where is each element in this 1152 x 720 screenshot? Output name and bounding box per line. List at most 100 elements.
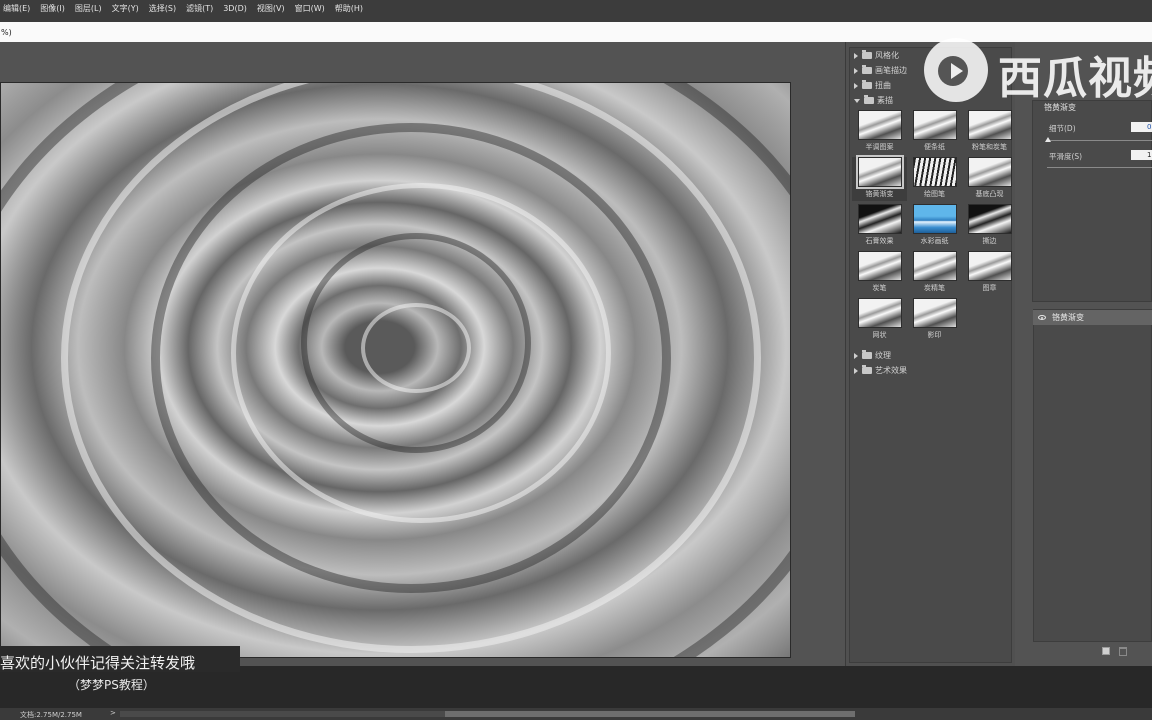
smoothness-input[interactable]: 10: [1131, 150, 1152, 160]
preview-area: [0, 42, 845, 670]
filter-thumbnail-image[interactable]: [967, 251, 1012, 281]
filter-thumbnail[interactable]: 绘图笔: [907, 157, 962, 201]
filter-thumbnail-label: 便条纸: [924, 143, 945, 151]
filter-category-label: 扭曲: [875, 81, 891, 90]
menu-help[interactable]: 帮助(H): [335, 3, 363, 14]
filter-thumbnail-label: 粉笔和炭笔: [972, 143, 1007, 151]
filter-thumbnail-label: 基底凸现: [975, 190, 1004, 198]
filter-thumbnail-image[interactable]: [857, 298, 902, 328]
chevron-right-icon[interactable]: [854, 352, 858, 359]
filter-thumbnail-label: 撕边: [982, 237, 997, 245]
filter-thumbnail-label: 炭笔: [872, 284, 887, 292]
filter-thumbnail-label: 水彩画纸: [920, 237, 949, 245]
filter-thumbnail-label: 石膏效果: [865, 237, 894, 245]
menu-edit[interactable]: 编辑(E): [3, 3, 30, 14]
effect-layer-row[interactable]: 铬黄渐变: [1033, 310, 1152, 325]
filter-category[interactable]: 纹理: [850, 348, 1011, 363]
watermark-text: 西瓜视频: [998, 53, 1152, 104]
status-bar: 文档:2.75M/2.75M >: [0, 708, 1152, 720]
filter-thumbnail[interactable]: 粉笔和炭笔: [962, 110, 1017, 154]
effect-layers-list: [1033, 309, 1152, 642]
filter-thumbnail-image[interactable]: [857, 204, 902, 234]
chevron-right-icon[interactable]: [854, 52, 858, 59]
filter-thumbnail[interactable]: 影印: [907, 298, 962, 342]
folder-icon: [864, 95, 874, 104]
menu-view[interactable]: 视图(V): [257, 3, 285, 14]
menu-type[interactable]: 文字(Y): [112, 3, 139, 14]
filter-thumbnail-image[interactable]: [857, 251, 902, 281]
status-menu-arrow-icon[interactable]: >: [110, 709, 116, 717]
filter-category-label: 艺术效果: [875, 366, 907, 375]
document-size: 文档:2.75M/2.75M: [20, 711, 82, 719]
menu-select[interactable]: 选择(S): [149, 3, 176, 14]
filter-thumbnail-image[interactable]: [912, 298, 957, 328]
folder-icon: [862, 365, 872, 374]
filter-thumbnail-label: 炭精笔: [924, 284, 945, 292]
document-title-bar: %): [0, 22, 1152, 42]
horizontal-scrollbar[interactable]: [120, 711, 855, 717]
filter-category[interactable]: 素描: [850, 93, 1011, 108]
chevron-right-icon[interactable]: [854, 367, 858, 374]
filter-list: 风格化画笔描边扭曲素描半调图案 便条纸 粉笔和炭笔铬黄渐变 绘图笔 基底凸现石膏效果 水彩…: [849, 47, 1012, 663]
detail-label: 细节(D): [1049, 124, 1076, 133]
trash-icon[interactable]: [1119, 647, 1127, 656]
filter-thumbnail-image[interactable]: [967, 110, 1012, 140]
photoshop-filter-gallery: 编辑(E) 图像(I) 图层(L) 文字(Y) 选择(S) 滤镜(T) 3D(D…: [0, 0, 1152, 720]
folder-icon: [862, 50, 872, 59]
scrollbar-thumb[interactable]: [445, 711, 855, 717]
filter-thumbnail[interactable]: 基底凸现: [962, 157, 1017, 201]
smoothness-slider-track[interactable]: [1047, 167, 1152, 168]
filter-category-label: 画笔描边: [875, 66, 907, 75]
chevron-down-icon[interactable]: [854, 98, 860, 103]
filter-category[interactable]: 艺术效果: [850, 363, 1011, 378]
filter-category-label: 纹理: [875, 351, 891, 360]
filter-category-label: 素描: [877, 96, 893, 105]
filter-thumbnail[interactable]: 水彩画纸: [907, 204, 962, 248]
zoom-level: %): [1, 27, 12, 37]
filter-category-label: 风格化: [875, 51, 899, 60]
filter-thumbnail-image[interactable]: [912, 110, 957, 140]
menu-3d[interactable]: 3D(D): [223, 4, 247, 13]
filter-thumbnail-label: 绘图笔: [924, 190, 945, 198]
eye-icon[interactable]: [1038, 315, 1046, 320]
filter-thumbnail-image[interactable]: [912, 204, 957, 234]
filter-thumbnail-label: 半调图案: [865, 143, 894, 151]
filter-thumbnail[interactable]: 炭精笔: [907, 251, 962, 295]
folder-icon: [862, 350, 872, 359]
filter-thumbnail[interactable]: 半调图案: [852, 110, 907, 154]
filter-thumbnail[interactable]: 炭笔: [852, 251, 907, 295]
menu-window[interactable]: 窗口(W): [295, 3, 325, 14]
filter-thumbnail-image[interactable]: [857, 110, 902, 140]
detail-input[interactable]: 0: [1131, 122, 1152, 132]
chevron-right-icon[interactable]: [854, 67, 858, 74]
filter-thumbnail[interactable]: 撕边: [962, 204, 1017, 248]
filter-thumbnail-label: 影印: [927, 331, 942, 339]
filter-thumbnail-image[interactable]: [912, 157, 957, 187]
filter-thumbnail-label: 网状: [872, 331, 887, 339]
filter-thumbnail[interactable]: 便条纸: [907, 110, 962, 154]
filter-preview-image[interactable]: [0, 82, 791, 658]
filter-thumbnail-image[interactable]: [967, 204, 1012, 234]
filter-thumbnail-label: 图章: [982, 284, 997, 292]
filter-thumbnail[interactable]: 铬黄渐变: [852, 155, 907, 201]
detail-slider-track[interactable]: [1047, 140, 1152, 141]
detail-slider-handle[interactable]: [1045, 137, 1051, 142]
watermark-logo-icon: [924, 38, 988, 102]
menu-filter[interactable]: 滤镜(T): [186, 3, 213, 14]
filter-thumbnail-image[interactable]: [967, 157, 1012, 187]
chevron-right-icon[interactable]: [854, 82, 858, 89]
filter-thumbnail[interactable]: 石膏效果: [852, 204, 907, 248]
smoothness-label: 平滑度(S): [1049, 152, 1083, 161]
filter-thumbnail-label: 铬黄渐变: [865, 190, 894, 198]
filter-gallery-panel: 风格化画笔描边扭曲素描半调图案 便条纸 粉笔和炭笔铬黄渐变 绘图笔 基底凸现石膏效果 水彩…: [845, 42, 1015, 666]
filter-thumbnail[interactable]: 图章: [962, 251, 1017, 295]
filter-thumbnail-image[interactable]: [855, 155, 904, 189]
folder-icon: [862, 65, 872, 74]
menu-layer[interactable]: 图层(L): [75, 3, 102, 14]
menu-image[interactable]: 图像(I): [40, 3, 65, 14]
filter-thumbnail[interactable]: 网状: [852, 298, 907, 342]
filter-thumbnail-image[interactable]: [912, 251, 957, 281]
folder-icon: [862, 80, 872, 89]
new-effect-layer-icon[interactable]: [1102, 647, 1110, 655]
effect-layer-name: 铬黄渐变: [1052, 313, 1084, 322]
